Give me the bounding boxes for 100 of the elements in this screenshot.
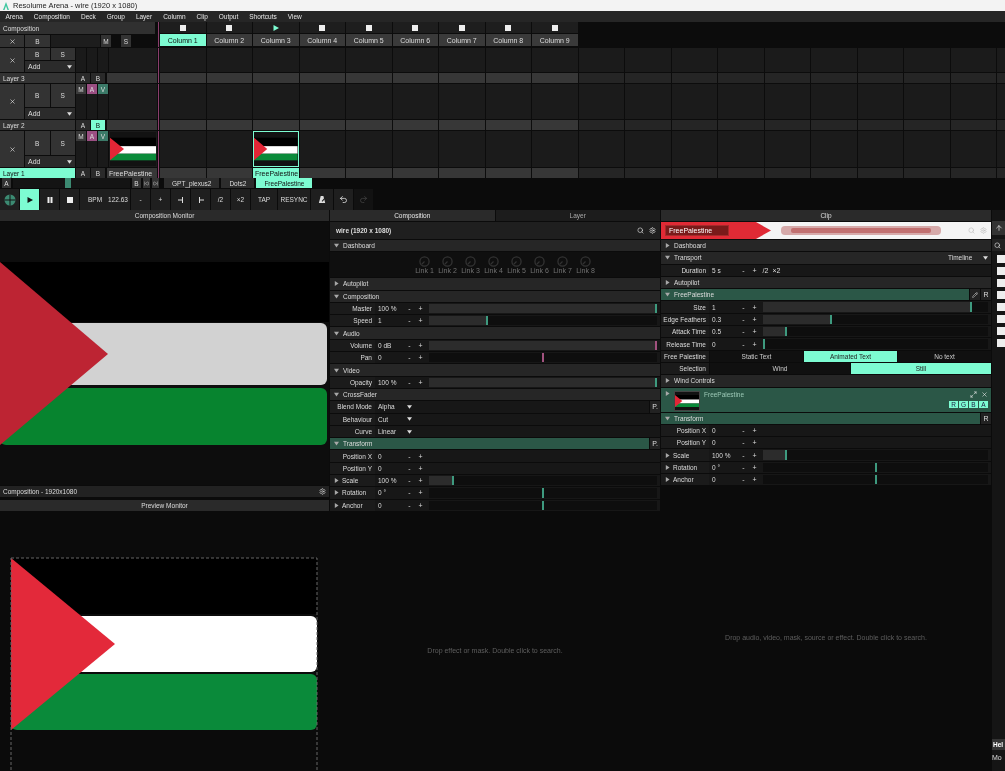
triangle-icon[interactable] [665,255,670,261]
knob-icon[interactable] [442,255,453,267]
previous-deck-button[interactable] [143,178,150,188]
metronome-button[interactable] [311,189,333,210]
slider-thumb[interactable] [970,302,973,312]
checkbox[interactable] [997,315,1005,323]
slider-thumb[interactable] [785,450,788,460]
clip-slot[interactable] [346,131,392,167]
pause-button[interactable] [40,189,59,210]
slider-thumb[interactable] [874,475,877,485]
clip-slot[interactable] [160,84,206,119]
clip-slot[interactable] [392,84,438,119]
triangle-icon[interactable] [665,292,670,298]
checkbox[interactable] [997,291,1005,299]
triangle-icon[interactable] [334,478,339,484]
clip-thumbnail[interactable] [253,131,299,167]
clear-layer-button[interactable] [0,131,24,167]
nudge-button[interactable] [171,189,190,210]
triangle-icon[interactable] [665,378,670,384]
up-button[interactable] [992,221,1005,235]
slider-thumb[interactable] [785,327,788,337]
undo-button[interactable] [334,189,353,210]
clip-slot[interactable] [206,84,252,119]
clip-slot[interactable] [253,48,299,72]
edit-button[interactable] [969,289,980,301]
search-field[interactable] [992,239,1005,251]
clip-slot[interactable] [160,48,206,72]
clip-slot[interactable] [392,131,438,167]
clip-slot[interactable] [346,48,392,72]
triangle-icon[interactable] [334,502,339,508]
expand-icon[interactable] [970,390,977,398]
clip-slot[interactable] [299,84,345,119]
slider-thumb[interactable] [451,476,454,486]
logo-button[interactable] [0,189,19,210]
checkbox[interactable] [997,339,1005,347]
knob-icon[interactable] [511,255,522,267]
stop-button[interactable] [60,189,79,210]
checkbox[interactable] [997,327,1005,335]
next-deck-button[interactable] [152,178,159,188]
clip-slot[interactable] [160,131,206,167]
square-icon[interactable] [551,24,558,31]
clip-slot[interactable] [206,131,252,167]
clip-slot[interactable] [532,131,578,167]
square-icon[interactable] [319,24,326,31]
clip-slot[interactable] [439,131,485,167]
crossfader-track[interactable] [13,178,130,188]
triangle-icon[interactable] [334,243,339,249]
clip-slot[interactable] [392,48,438,72]
clip-slot[interactable] [485,48,531,72]
play-button[interactable] [20,189,39,210]
checkbox[interactable] [997,255,1005,263]
knob-icon[interactable] [534,255,545,267]
clip-slot[interactable] [439,84,485,119]
knob-icon[interactable] [557,255,568,267]
close-icon[interactable] [981,390,988,398]
triangle-icon[interactable] [334,293,339,299]
slider-thumb[interactable] [874,462,877,473]
square-icon[interactable] [365,24,372,31]
clear-layer-button[interactable] [0,84,24,119]
triangle-icon[interactable] [665,415,670,421]
knob-icon[interactable] [419,255,430,267]
triangle-icon[interactable] [665,477,670,483]
clip-slot[interactable] [532,48,578,72]
triangle-icon[interactable] [334,367,339,373]
square-icon[interactable] [226,24,233,31]
clip-slot[interactable] [485,131,531,167]
knob-icon[interactable] [580,255,591,267]
clip-slot[interactable] [299,131,345,167]
triangle-icon[interactable] [334,330,339,336]
clip-slot[interactable] [206,48,252,72]
checkbox[interactable] [997,267,1005,275]
triangle-icon[interactable] [665,464,670,470]
triangle-icon[interactable] [334,392,339,398]
settings-icon[interactable] [319,488,326,495]
play-icon[interactable] [272,24,279,31]
triangle-icon[interactable] [665,452,670,458]
triangle-icon[interactable] [665,243,670,249]
triangle-icon[interactable] [665,280,670,286]
clip-slot[interactable] [346,84,392,119]
crossfader-thumb[interactable] [65,178,71,188]
triangle-icon[interactable] [334,441,339,447]
clear-layer-button[interactable] [0,48,24,72]
slider-thumb[interactable] [829,314,832,325]
nudge-button[interactable] [191,189,210,210]
square-icon[interactable] [412,24,419,31]
checkbox[interactable] [997,279,1005,287]
square-icon[interactable] [505,24,512,31]
knob-icon[interactable] [465,255,476,267]
square-icon[interactable] [458,24,465,31]
clip-slot[interactable] [532,84,578,119]
clip-slot[interactable] [299,48,345,72]
triangle-icon[interactable] [334,490,339,496]
knob-icon[interactable] [488,255,499,267]
triangle-icon[interactable] [334,281,339,287]
square-icon[interactable] [179,24,186,31]
clip-slot[interactable] [439,48,485,72]
clear-button[interactable] [0,35,24,47]
checkbox[interactable] [997,303,1005,311]
clip-slot[interactable] [485,84,531,119]
triangle-icon[interactable] [665,390,670,396]
